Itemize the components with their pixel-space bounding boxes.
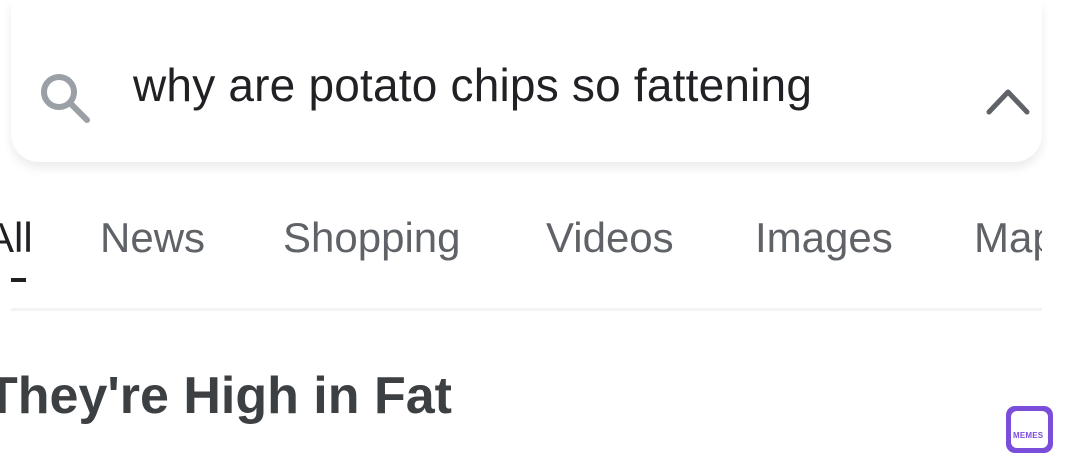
tab-news[interactable]: News (100, 214, 205, 262)
tabs-divider (11, 308, 1042, 311)
watermark-inner: MEMES (1011, 411, 1048, 448)
search-bar[interactable]: why are potato chips so fattening (11, 0, 1042, 162)
tab-images[interactable]: Images (755, 214, 893, 262)
tab-videos[interactable]: Videos (546, 214, 674, 262)
active-tab-indicator (11, 278, 26, 282)
chevron-up-icon[interactable] (983, 80, 1033, 120)
search-icon[interactable] (35, 68, 95, 128)
search-tabs: All News Shopping Videos Images Maps (0, 200, 1042, 310)
memes-watermark-logo: MEMES (1006, 406, 1053, 453)
featured-answer-title: They're High in Fat (0, 366, 1000, 436)
tab-all[interactable]: All (0, 214, 33, 262)
tab-maps[interactable]: Maps (974, 214, 1042, 262)
watermark-text: MEMES (1013, 431, 1044, 440)
search-query[interactable]: why are potato chips so fattening (133, 58, 812, 112)
tab-shopping[interactable]: Shopping (283, 214, 461, 262)
answer-title-text: They're High in Fat (0, 367, 452, 425)
